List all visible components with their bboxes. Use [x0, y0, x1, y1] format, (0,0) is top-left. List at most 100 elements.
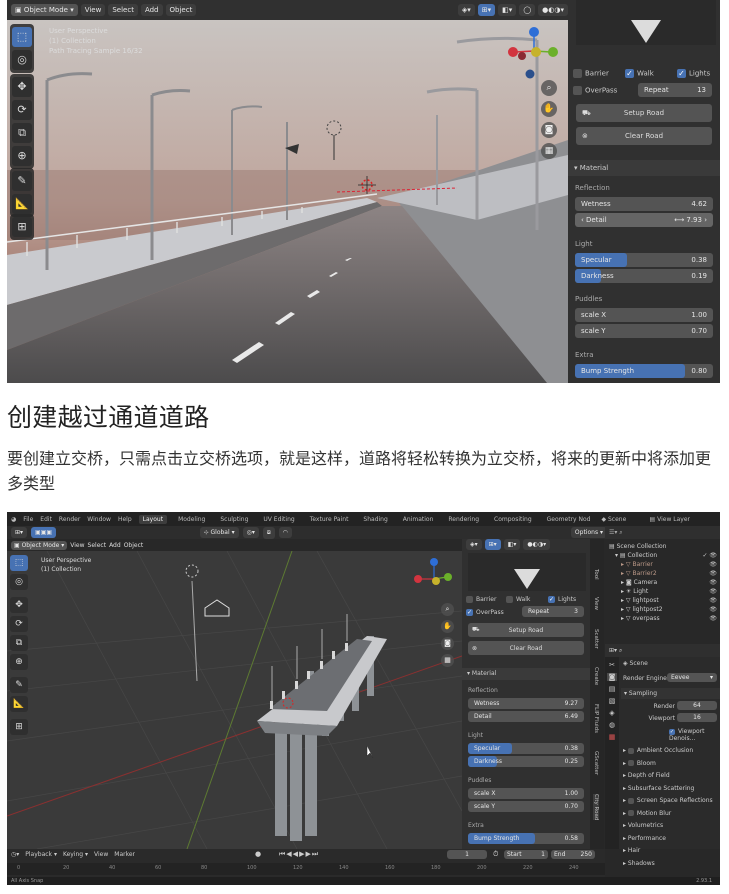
bump-strength-slider-2[interactable]: Bump Strength 0.58 [468, 833, 584, 844]
menu-object[interactable]: Object [165, 4, 197, 16]
rotate-icon[interactable]: ⟳ [12, 100, 32, 120]
xray-icon[interactable]: ◧▾ [503, 539, 521, 550]
lights-checkbox[interactable]: ✓ Lights [548, 595, 576, 603]
section-row[interactable]: ▸ Ambient Occlusion [623, 745, 713, 758]
add-cube-icon[interactable]: ⊞ [12, 217, 32, 237]
menu-help[interactable]: Help [118, 516, 132, 523]
record-icon[interactable]: ● [255, 850, 261, 858]
menu-edit[interactable]: Edit [40, 516, 52, 523]
select-box-icon[interactable]: ⬚ [10, 555, 28, 571]
gizmo-toggle-icon[interactable]: ◈▾ [457, 4, 475, 16]
wetness-field-2[interactable]: Wetness 9.27 [468, 698, 584, 709]
walk-checkbox[interactable]: Walk [506, 595, 548, 603]
section-row[interactable]: ▸ Shadows [623, 858, 713, 871]
visibility-icon[interactable]: 👁 [709, 587, 717, 596]
view-layer-icon[interactable]: ▧ [609, 697, 616, 705]
scale-x-field-2[interactable]: scale X 1.00 [468, 788, 584, 799]
measure-icon[interactable]: 📐 [12, 194, 32, 214]
menu-select-2[interactable]: Select [88, 542, 107, 549]
outliner-row[interactable]: ▸ ▽ Barrier2 👁 [609, 569, 717, 578]
camera-icon[interactable]: ◙ [441, 637, 454, 650]
add-cube-icon[interactable]: ⊞ [10, 719, 28, 735]
overlay-toggle-icon[interactable]: ⊞▾ [477, 4, 496, 16]
tab-shading[interactable]: Shading [359, 515, 391, 524]
section-row[interactable]: ▸ Screen Space Reflections [623, 795, 713, 808]
visibility-icon[interactable]: 👁 [709, 596, 717, 605]
visibility-icon[interactable]: ✓ 👁 [702, 551, 717, 560]
walk-checkbox[interactable]: ✓ Walk [625, 68, 677, 78]
tab-create[interactable]: Create [593, 667, 599, 685]
scale-icon[interactable]: ⧉ [10, 635, 28, 651]
menu-window[interactable]: Window [87, 516, 111, 523]
annotate-icon[interactable]: ✎ [10, 677, 28, 693]
scale-y-field-2[interactable]: scale Y 0.70 [468, 801, 584, 812]
section-row[interactable]: ▸ Hair [623, 845, 713, 858]
repeat-field-2[interactable]: Repeat 3 [522, 606, 584, 617]
proportional-icon[interactable]: ◠ [278, 527, 292, 538]
search-icon[interactable]: ⊞▾ ⌕ [609, 647, 622, 654]
options-dropdown[interactable]: Options ▾ [570, 527, 607, 538]
tool-icon[interactable]: ✂ [609, 661, 615, 669]
sampling-header[interactable]: ▾ Sampling [621, 688, 720, 699]
camera-icon[interactable]: ◙ [541, 122, 557, 138]
scene-icon[interactable]: ◈ [609, 709, 614, 717]
mode-selector-2[interactable]: ▣ Object Mode ▾ [11, 540, 68, 550]
section-row[interactable]: ▸ Volumetrics [623, 820, 713, 833]
shading-modes-icon[interactable]: ●◐◑▾ [523, 539, 551, 550]
menu-file[interactable]: File [23, 516, 33, 523]
rotate-icon[interactable]: ⟳ [10, 616, 28, 632]
visibility-icon[interactable]: 👁 [709, 569, 717, 578]
tab-compositing[interactable]: Compositing [490, 515, 536, 524]
start-frame-field[interactable]: Start 1 [504, 850, 548, 859]
menu-view[interactable]: View [80, 4, 106, 16]
menu-object-2[interactable]: Object [124, 542, 144, 549]
outliner-row[interactable]: ▸ ▽ Barrier 👁 [609, 560, 717, 569]
viewport-denoise-checkbox[interactable]: ✓ Viewport Denois... [669, 728, 720, 742]
end-frame-field[interactable]: End 250 [551, 850, 595, 859]
3d-viewport[interactable]: User Perspective (1) Collection Path Tra… [7, 20, 568, 383]
grid-icon[interactable]: ▦ [441, 654, 454, 667]
current-frame-field[interactable]: 1 [447, 850, 487, 859]
barrier-checkbox[interactable]: Barrier [466, 595, 506, 603]
menu-add-2[interactable]: Add [109, 542, 121, 549]
outliner-row[interactable]: ▸ ▽ lightpost2 👁 [609, 605, 717, 614]
menu-playback[interactable]: Playback ▾ [25, 851, 57, 858]
view-layer-selector[interactable]: ▤ View Layer [650, 516, 720, 523]
transform-icon[interactable]: ⊕ [10, 654, 28, 670]
barrier-checkbox[interactable]: Barrier [573, 68, 625, 78]
tab-gscatter[interactable]: GScatter [593, 751, 599, 775]
scale-icon[interactable]: ⧉ [12, 123, 32, 143]
material-header[interactable]: ▾ Material [568, 160, 720, 176]
tab-tool[interactable]: Tool [593, 569, 599, 580]
outliner-row[interactable]: ▸ ◙ Camera 👁 [609, 578, 717, 587]
menu-marker[interactable]: Marker [114, 851, 135, 858]
bump-strength-slider[interactable]: Bump Strength 0.80 [575, 364, 713, 378]
outliner-row[interactable]: ▸ ☀ Light 👁 [609, 587, 717, 596]
outliner-row[interactable]: ▾ ▤ Collection ✓ 👁 [609, 551, 717, 560]
menu-add[interactable]: Add [140, 4, 163, 16]
tab-city-road[interactable]: City Road [593, 794, 599, 821]
measure-icon[interactable]: 📐 [10, 696, 28, 712]
tab-flip-fluids[interactable]: FLIP Fluids [593, 704, 599, 733]
outliner-row[interactable]: ▸ ▽ overpass 👁 [609, 614, 717, 623]
section-row[interactable]: ▸ Subsurface Scattering [623, 783, 713, 796]
gizmo-toggle-icon[interactable]: ◈▾ [466, 539, 482, 550]
clear-road-button[interactable]: ⊗ Clear Road [576, 127, 712, 145]
tab-layout[interactable]: Layout [138, 514, 168, 524]
shading-modes-icon[interactable]: ●◐◑▾ [538, 4, 568, 16]
clock-icon[interactable]: ◷▾ [11, 851, 19, 858]
move-icon[interactable]: ✥ [10, 597, 28, 613]
tab-scatter[interactable]: Scatter [593, 629, 599, 649]
menu-select[interactable]: Select [108, 4, 138, 16]
render-samples-field[interactable]: 64 [677, 701, 717, 710]
wetness-field[interactable]: Wetness 4.62 [575, 197, 713, 211]
setup-road-button-2[interactable]: ⛟ Setup Road [468, 623, 584, 637]
specular-slider-2[interactable]: Specular 0.38 [468, 743, 584, 754]
detail-field[interactable]: ‹ Detail ⟷ 7.93 › [575, 213, 713, 227]
world-icon[interactable]: ◍ [609, 721, 615, 729]
overpass-checkbox[interactable]: OverPass [573, 85, 633, 95]
material-header-2[interactable]: ▾ Material [462, 668, 590, 680]
cursor-icon[interactable]: ◎ [10, 574, 28, 590]
menu-view-2[interactable]: View [70, 542, 84, 549]
menu-view-timeline[interactable]: View [94, 851, 108, 858]
